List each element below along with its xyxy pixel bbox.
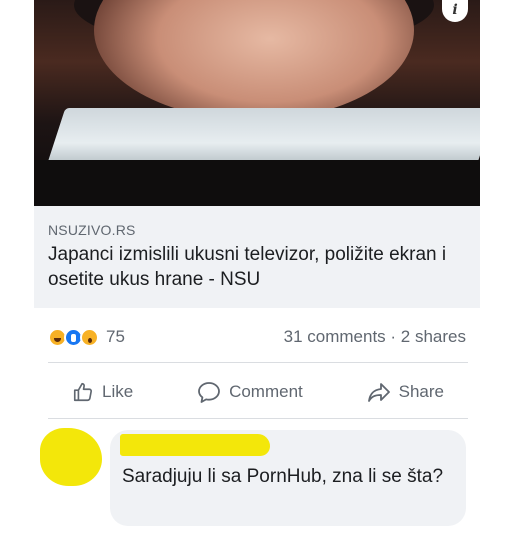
speech-bubble-icon (198, 382, 220, 403)
reaction-count: 75 (106, 327, 125, 346)
comment-bubble: Saradjuju li sa PornHub, zna li se šta? (110, 430, 466, 526)
image-face (94, 0, 414, 120)
commenter-name[interactable] (120, 434, 270, 456)
image-bezel (34, 160, 480, 206)
avatar[interactable] (40, 428, 102, 486)
wow-reaction-icon (80, 327, 99, 347)
share-label: Share (398, 382, 444, 401)
comment: Saradjuju li sa PornHub, zna li se šta? (36, 424, 526, 538)
comment-text: Saradjuju li sa PornHub, zna li se šta? (122, 466, 444, 487)
share-button[interactable]: Share (367, 381, 444, 403)
info-icon[interactable]: i (442, 0, 468, 22)
link-source: NSUZIVO.RS (48, 222, 136, 238)
article-image[interactable]: i (34, 0, 480, 206)
like-button[interactable]: Like (72, 381, 133, 403)
link-preview-card[interactable]: NSUZIVO.RS Japanci izmislili ukusni tele… (34, 206, 480, 308)
comment-button[interactable]: Comment (197, 381, 303, 403)
comments-shares-count[interactable]: 31 comments · 2 shares (284, 327, 466, 347)
thumbs-up-icon (73, 382, 93, 402)
divider (48, 362, 468, 363)
divider (48, 418, 468, 419)
comment-label: Comment (229, 382, 303, 401)
share-arrow-icon (367, 383, 390, 402)
reaction-summary[interactable]: 75 (48, 326, 125, 348)
post-actions: Like Comment Share (48, 372, 468, 412)
like-label: Like (102, 382, 134, 401)
link-headline[interactable]: Japanci izmislili ukusni televizor, poli… (48, 242, 466, 292)
